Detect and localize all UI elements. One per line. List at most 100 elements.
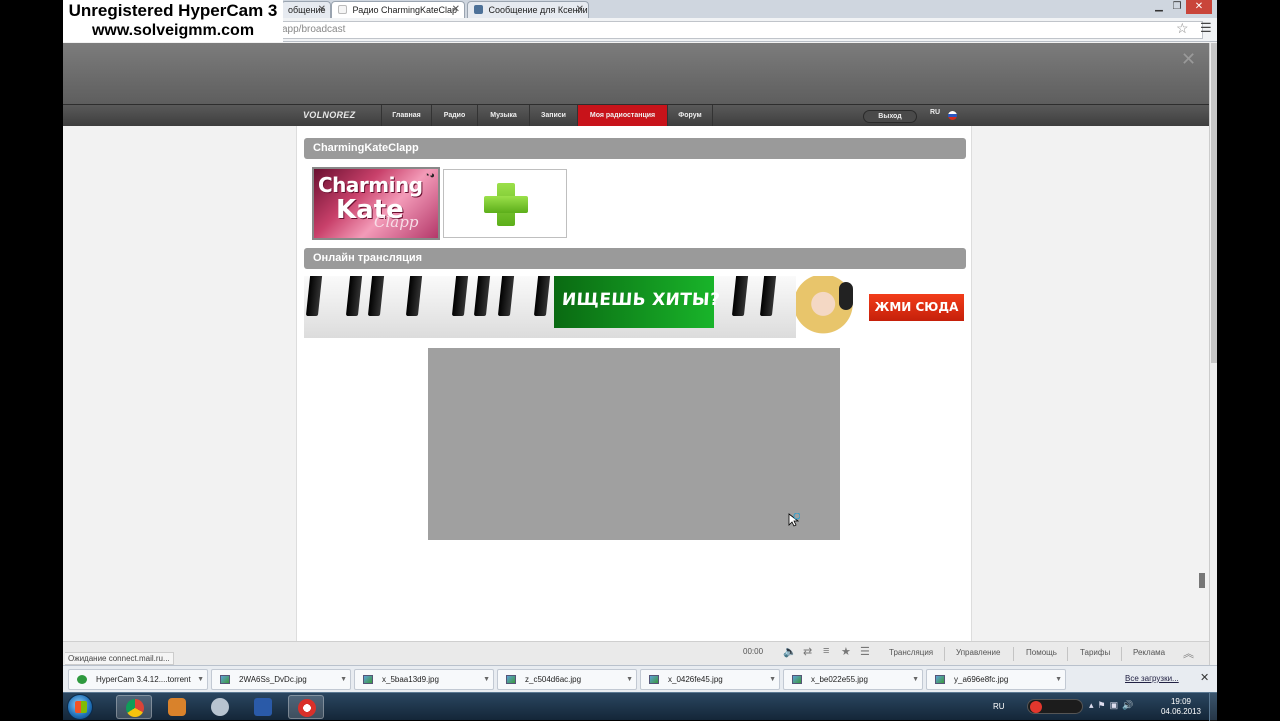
image-file-icon — [220, 675, 230, 684]
ad-headline: ИЩЕШЬ ХИТЫ? — [561, 290, 721, 310]
loading-icon — [338, 5, 347, 14]
maximize-button[interactable]: ❐ — [1168, 0, 1186, 14]
tab-radio[interactable]: Радио CharmingKateClap ✕ — [331, 1, 465, 18]
download-item[interactable]: z_c504d6ac.jpg ▼ — [497, 669, 637, 690]
favorite-star-icon[interactable]: ★ — [841, 645, 851, 658]
tray-icons[interactable]: ▴⚑▣🔊 — [1089, 700, 1137, 711]
link-tariffs[interactable]: Тарифы — [1080, 648, 1110, 657]
bookmark-star-icon[interactable]: ☆ — [1176, 20, 1189, 37]
clock-date: 04.06.2013 — [1160, 707, 1202, 716]
download-filename: z_c504d6ac.jpg — [525, 675, 582, 684]
station-name-header: CharmingKateClapp — [304, 138, 966, 159]
logout-button[interactable]: Выход — [863, 110, 917, 123]
image-file-icon — [506, 675, 516, 684]
nav-records[interactable]: Записи — [529, 105, 577, 127]
link-ads[interactable]: Реклама — [1133, 648, 1165, 657]
playlist-icon[interactable]: ≡ — [823, 645, 829, 657]
side-scroll-tab[interactable] — [1199, 573, 1205, 588]
close-icon[interactable]: ✕ — [576, 4, 584, 15]
image-file-icon — [792, 675, 802, 684]
taskbar-hypercam[interactable] — [288, 695, 324, 719]
image-file-icon — [363, 675, 373, 684]
tab-label: Сообщение для Ксении — [488, 5, 588, 15]
close-icon[interactable]: ✕ — [318, 4, 326, 15]
scrollbar-thumb[interactable] — [1211, 43, 1217, 363]
collapse-icon[interactable]: ︽ — [1183, 645, 1194, 661]
owl-icon: ◔◕ — [424, 170, 435, 180]
volume-icon[interactable]: 🔈 — [783, 645, 797, 658]
hypercam-tray-control[interactable] — [1027, 699, 1083, 714]
link-manage[interactable]: Управление — [956, 648, 1000, 657]
nav-music[interactable]: Музыка — [477, 105, 529, 127]
link-help[interactable]: Помощь — [1026, 648, 1057, 657]
nav-radio[interactable]: Радио — [431, 105, 477, 127]
address-bar[interactable]: app/broadcast — [253, 21, 1203, 39]
station-content: CharmingKateClapp Charming Kate Clapp ◔◕… — [296, 126, 1205, 641]
download-item[interactable]: y_a696e8fc.jpg ▼ — [926, 669, 1066, 690]
download-filename: HyperCam 3.4.12....torrent — [96, 675, 191, 684]
taskbar-app[interactable] — [202, 695, 238, 719]
close-icon[interactable]: ✕ — [452, 4, 460, 15]
system-clock[interactable]: 19:09 04.06.2013 — [1155, 697, 1207, 717]
menu-icon[interactable]: ☰ — [1200, 20, 1212, 36]
close-icon[interactable]: ✕ — [1181, 49, 1196, 70]
close-icon[interactable]: ✕ — [1200, 671, 1209, 684]
link-broadcast[interactable]: Трансляция — [889, 648, 933, 657]
mouse-cursor-icon — [788, 513, 800, 527]
chevron-down-icon[interactable]: ▼ — [912, 670, 919, 689]
russia-flag-icon — [948, 111, 957, 120]
vertical-scrollbar[interactable] — [1209, 43, 1217, 665]
word-icon — [254, 698, 272, 716]
shuffle-icon[interactable]: ⇄ — [803, 645, 812, 658]
show-desktop-button[interactable] — [1209, 693, 1217, 721]
chevron-down-icon[interactable]: ▼ — [626, 670, 633, 689]
avatar-text-3: Clapp — [374, 213, 419, 231]
window-close-button[interactable]: ✕ — [1186, 0, 1212, 14]
minimize-button[interactable]: ▁ — [1150, 0, 1168, 14]
windows-logo-icon — [75, 701, 87, 713]
start-button[interactable] — [67, 694, 93, 720]
chevron-down-icon[interactable]: ▼ — [1055, 670, 1062, 689]
download-filename: x_0426fe45.jpg — [668, 675, 723, 684]
taskbar-app[interactable] — [159, 695, 195, 719]
add-image-button[interactable] — [443, 169, 567, 238]
avatar-text-1: Charming — [318, 173, 423, 197]
download-item[interactable]: HyperCam 3.4.12....torrent ▼ — [68, 669, 208, 690]
download-filename: x_be022e55.jpg — [811, 675, 868, 684]
tab-chat[interactable]: общение ✕ — [281, 1, 331, 18]
ad-banner[interactable]: ИЩЕШЬ ХИТЫ? ЖМИ СЮДА — [304, 276, 966, 338]
tab-label: Радио CharmingKateClap — [352, 5, 458, 15]
watermark-line-1: Unregistered HyperCam 3 — [68, 1, 278, 20]
nav-home[interactable]: Главная — [381, 105, 431, 127]
chevron-down-icon[interactable]: ▼ — [340, 670, 347, 689]
list-icon[interactable]: ☰ — [860, 645, 870, 658]
page-bottom-bar: Ожидание connect.mail.ru... 00:00 🔈 ⇄ ≡ … — [63, 641, 1209, 665]
download-filename: x_5baa13d9.jpg — [382, 675, 439, 684]
ad-click-button[interactable]: ЖМИ СЮДА — [869, 294, 964, 321]
image-file-icon — [649, 675, 659, 684]
record-icon — [298, 699, 316, 717]
status-text: Ожидание connect.mail.ru... — [65, 652, 174, 665]
tab-vk-message[interactable]: Сообщение для Ксении ✕ — [467, 1, 589, 18]
download-item[interactable]: x_be022e55.jpg ▼ — [783, 669, 923, 690]
show-all-downloads-link[interactable]: Все загрузки... — [1125, 674, 1179, 683]
broadcast-player[interactable] — [428, 348, 840, 540]
address-text: app/broadcast — [282, 24, 346, 35]
taskbar-chrome[interactable] — [116, 695, 152, 719]
download-item[interactable]: x_0426fe45.jpg ▼ — [640, 669, 780, 690]
download-item[interactable]: 2WA6Ss_DvDc.jpg ▼ — [211, 669, 351, 690]
chevron-down-icon[interactable]: ▼ — [769, 670, 776, 689]
language-selector[interactable]: RU — [930, 109, 940, 116]
language-indicator[interactable]: RU — [993, 702, 1005, 711]
downloads-shelf: HyperCam 3.4.12....torrent ▼ 2WA6Ss_DvDc… — [63, 665, 1217, 692]
top-banner: ✕ — [63, 43, 1209, 104]
nav-my-station[interactable]: Моя радиостанция — [577, 105, 667, 127]
chevron-down-icon[interactable]: ▼ — [197, 670, 204, 689]
chevron-down-icon[interactable]: ▼ — [483, 670, 490, 689]
taskbar-word[interactable] — [245, 695, 281, 719]
nav-forum[interactable]: Форум — [667, 105, 713, 127]
player-time: 00:00 — [743, 647, 764, 656]
download-item[interactable]: x_5baa13d9.jpg ▼ — [354, 669, 494, 690]
station-avatar[interactable]: Charming Kate Clapp ◔◕ — [312, 167, 440, 240]
site-logo[interactable]: VOLNOREZ — [303, 110, 355, 120]
